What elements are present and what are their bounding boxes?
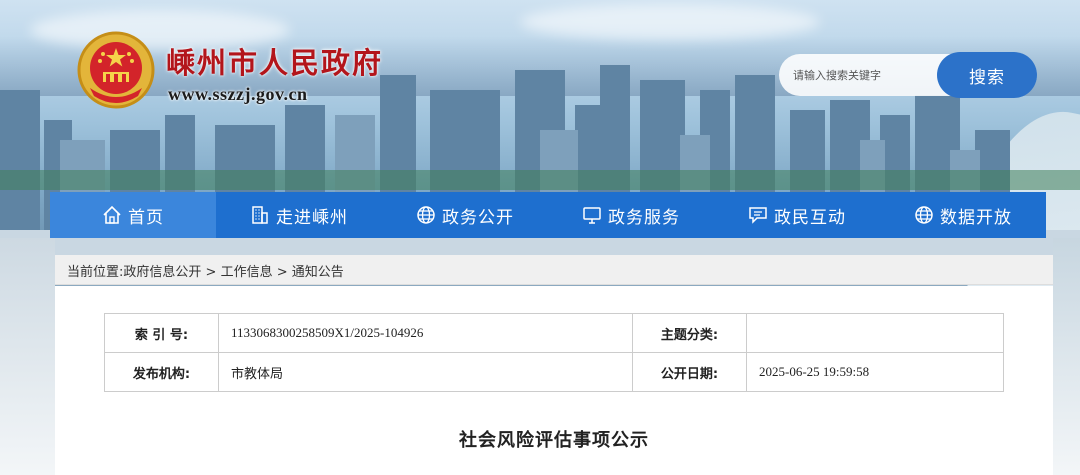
breadcrumb-separator: > [272, 265, 292, 280]
nav-item-label: 政务服务 [608, 207, 680, 228]
nav-item-about[interactable]: 走进嵊州 [216, 192, 382, 238]
topic-category-label: 主题分类: [632, 313, 747, 353]
index-number-label: 索 引 号: [104, 313, 219, 353]
document-meta-table: 索 引 号: 1133068300258509X1/2025-104926 主题… [104, 313, 1004, 392]
main-nav: 首页 走进嵊州 政务公开 政务服务 政民互动 数据开放 [50, 192, 1046, 238]
nav-item-gov-info[interactable]: 政务公开 [382, 192, 548, 238]
index-number-value: 1133068300258509X1/2025-104926 [218, 313, 633, 353]
publish-date-value: 2025-06-25 19:59:58 [746, 352, 1004, 392]
nav-item-label: 政民互动 [774, 207, 846, 228]
site-url: www.sszzj.gov.cn [168, 84, 308, 104]
building-icon [250, 205, 270, 225]
globe-icon [914, 205, 934, 225]
breadcrumb-link-work-info[interactable]: 工作信息 [221, 265, 273, 280]
nav-item-home[interactable]: 首页 [50, 192, 216, 238]
nav-item-label: 首页 [128, 207, 164, 228]
breadcrumb-link-gov-info[interactable]: 政府信息公开 [123, 265, 201, 280]
nav-item-gov-service[interactable]: 政务服务 [548, 192, 714, 238]
nav-item-open-data[interactable]: 数据开放 [880, 192, 1046, 238]
breadcrumb-prefix: 当前位置: [67, 265, 124, 280]
breadcrumb: 当前位置:政府信息公开 > 工作信息 > 通知公告 [55, 255, 1053, 285]
nav-item-label: 走进嵊州 [276, 207, 348, 228]
table-row: 发布机构: 市教体局 公开日期: 2025-06-25 19:59:58 [104, 352, 1004, 392]
monitor-icon [582, 205, 602, 225]
document-title: 社会风险评估事项公示 [459, 430, 649, 451]
right-margin-decoration [1053, 238, 1080, 475]
article-panel: 索 引 号: 1133068300258509X1/2025-104926 主题… [55, 286, 1053, 475]
publisher-label: 发布机构: [104, 352, 219, 392]
chat-icon [748, 205, 768, 225]
breadcrumb-link-notices[interactable]: 通知公告 [292, 265, 344, 280]
topic-category-value [746, 313, 1004, 353]
search-button[interactable]: 搜索 [937, 52, 1037, 98]
search-input[interactable] [793, 63, 943, 87]
globe-icon [416, 205, 436, 225]
breadcrumb-separator: > [201, 265, 221, 280]
publisher-value: 市教体局 [218, 352, 633, 392]
national-emblem-icon [76, 30, 156, 110]
publish-date-label: 公开日期: [632, 352, 747, 392]
table-row: 索 引 号: 1133068300258509X1/2025-104926 主题… [104, 313, 1004, 353]
nav-item-interaction[interactable]: 政民互动 [714, 192, 880, 238]
site-title[interactable]: 嵊州市人民政府 [166, 40, 383, 82]
nav-item-label: 政务公开 [442, 207, 514, 228]
left-margin-decoration [0, 238, 55, 475]
home-icon [102, 205, 122, 225]
nav-item-label: 数据开放 [940, 207, 1012, 228]
